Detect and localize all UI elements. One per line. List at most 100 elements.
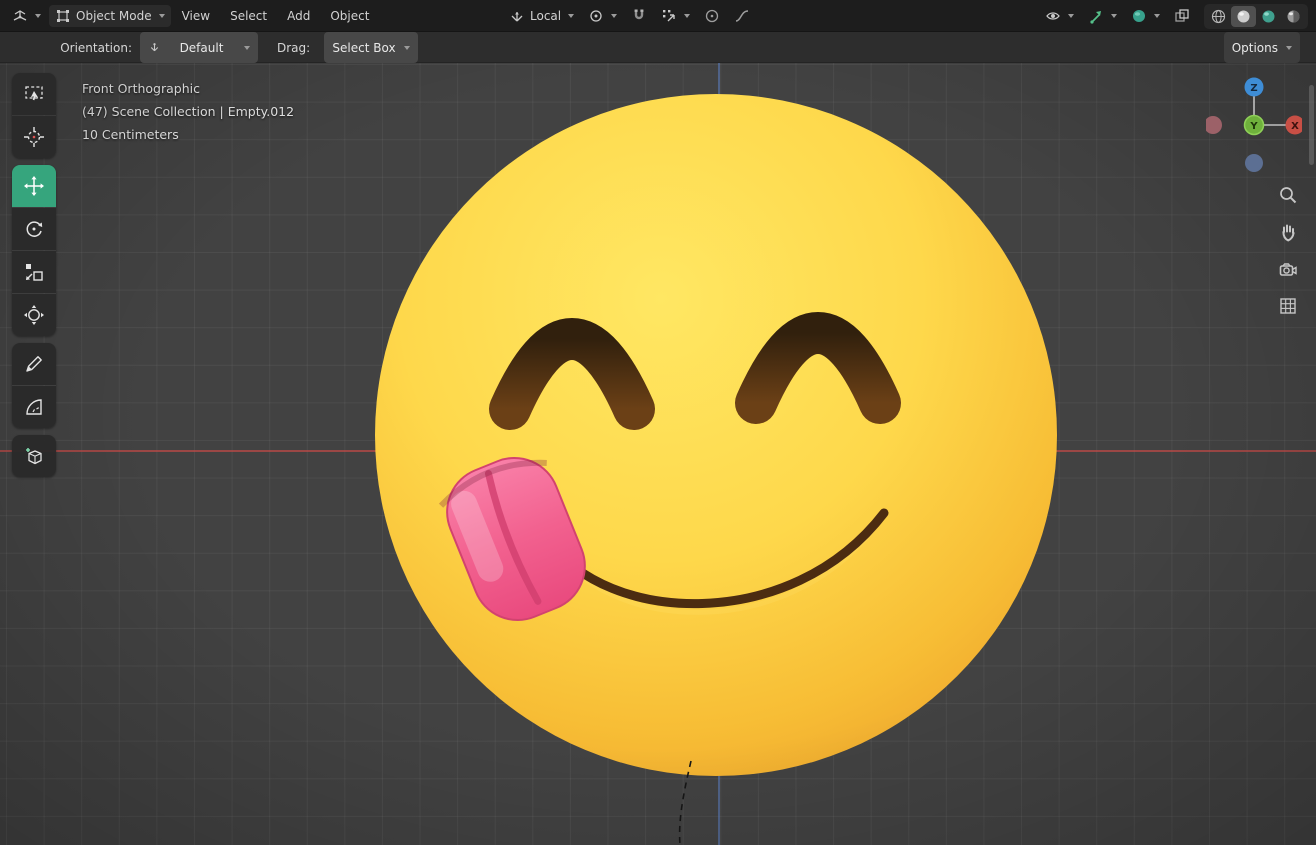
proportional-circle-icon xyxy=(705,9,719,23)
emoji-3d-model[interactable] xyxy=(375,94,1057,776)
shading-rendered-button[interactable] xyxy=(1281,6,1306,27)
solid-sphere-icon xyxy=(1237,10,1250,22)
proportional-falloff-dropdown[interactable] xyxy=(728,5,756,27)
orientation-axes-icon xyxy=(511,12,523,22)
rotate-icon xyxy=(26,221,43,237)
toggle-projection-button[interactable] xyxy=(1274,292,1301,319)
tool-select-box[interactable] xyxy=(12,73,56,115)
tool-settings-bar: Orientation: Default Drag: Select Box Op… xyxy=(0,32,1316,63)
annotate-pen-icon xyxy=(26,356,42,372)
add-cube-icon xyxy=(26,448,42,465)
tool-rotate[interactable] xyxy=(12,208,56,250)
chevron-down-icon xyxy=(1154,14,1160,18)
chevron-down-icon xyxy=(684,14,691,18)
material-sphere-icon xyxy=(1262,10,1275,22)
toolbar xyxy=(12,73,56,484)
toggle-xray-button[interactable] xyxy=(1168,5,1196,27)
object-visibility-dropdown[interactable] xyxy=(1039,5,1080,27)
topbar: Object Mode View Select Add Object Local xyxy=(0,0,1316,32)
options-dropdown[interactable]: Options xyxy=(1223,32,1300,63)
shading-solid-button[interactable] xyxy=(1231,5,1256,27)
chevron-down-icon xyxy=(1068,14,1074,18)
show-gizmo-toggle[interactable] xyxy=(1082,5,1123,27)
chevron-down-icon xyxy=(1111,14,1117,18)
mode-dropdown[interactable]: Object Mode xyxy=(49,5,171,27)
rendered-sphere-icon xyxy=(1287,10,1300,22)
wireframe-sphere-icon xyxy=(1211,9,1226,23)
editor-type-dropdown[interactable] xyxy=(6,5,47,27)
chevron-down-icon xyxy=(404,45,410,50)
viewport-scrollbar[interactable] xyxy=(1309,85,1314,165)
options-label: Options xyxy=(1231,40,1278,55)
drag-mode-dropdown[interactable]: Select Box xyxy=(324,32,418,63)
drag-dropdown-value: Select Box xyxy=(332,40,396,55)
gizmo-neg-z-ball[interactable] xyxy=(1245,154,1263,172)
transform-icon xyxy=(24,305,44,325)
grid-scale-text: 10 Centimeters xyxy=(82,127,179,142)
shading-material-button[interactable] xyxy=(1256,6,1281,27)
menu-object[interactable]: Object xyxy=(321,5,378,27)
magnifier-icon xyxy=(1279,186,1296,203)
overlays-sphere-icon xyxy=(1133,10,1145,22)
viewport-editor-icon xyxy=(13,10,27,21)
tool-add-cube[interactable] xyxy=(12,435,56,477)
chevron-down-icon xyxy=(1286,45,1292,50)
gizmo-neg-x-ball[interactable] xyxy=(1206,116,1222,134)
object-mode-icon xyxy=(57,10,69,22)
cursor-3d-icon xyxy=(24,127,44,147)
menu-select[interactable]: Select xyxy=(221,5,276,27)
emoji-head xyxy=(375,94,1057,776)
orientation-label: Orientation: xyxy=(60,40,132,55)
falloff-curve-icon xyxy=(735,10,749,22)
menu-view[interactable]: View xyxy=(173,5,219,27)
orientation-axes-icon xyxy=(150,43,159,52)
magnet-icon xyxy=(634,9,644,20)
mode-label: Object Mode xyxy=(76,9,152,23)
drag-label: Drag: xyxy=(277,40,311,55)
measure-icon xyxy=(26,399,42,415)
gizmo-y-label: Y xyxy=(1249,121,1258,132)
tool-transform[interactable] xyxy=(12,294,56,336)
snap-settings-dropdown[interactable] xyxy=(655,5,696,27)
gizmo-z-label: Z xyxy=(1250,83,1257,94)
select-box-icon xyxy=(25,86,43,101)
blender-window: Front Orthographic (47) Scene Collection… xyxy=(0,0,1316,845)
tool-scale[interactable] xyxy=(12,251,56,293)
gizmo-arrow-icon xyxy=(1090,11,1101,24)
shading-wireframe-button[interactable] xyxy=(1206,6,1231,27)
chevron-down-icon xyxy=(611,14,618,18)
pan-view-button[interactable] xyxy=(1274,218,1301,245)
menu-add[interactable]: Add xyxy=(278,5,319,27)
orientation-value: Local xyxy=(530,9,562,23)
xray-icon xyxy=(1175,9,1189,22)
eye-icon xyxy=(1046,12,1060,20)
tool-cursor[interactable] xyxy=(12,116,56,158)
tool-annotate[interactable] xyxy=(12,343,56,385)
proportional-editing-toggle[interactable] xyxy=(698,5,726,27)
pivot-point-dropdown[interactable] xyxy=(582,5,623,27)
shading-mode-group xyxy=(1204,3,1308,29)
chevron-down-icon xyxy=(35,14,41,18)
chevron-down-icon xyxy=(244,45,250,50)
tool-measure[interactable] xyxy=(12,386,56,428)
chevron-down-icon xyxy=(158,14,165,18)
snap-increment-icon xyxy=(663,10,675,22)
scene-canvas xyxy=(375,94,1057,845)
grid-icon xyxy=(1279,297,1296,314)
camera-view-button[interactable] xyxy=(1274,255,1301,282)
gizmo-x-label: X xyxy=(1291,121,1299,132)
tool-move[interactable] xyxy=(12,165,56,207)
scale-icon xyxy=(26,264,43,281)
transform-orientation-dropdown[interactable]: Local xyxy=(503,5,580,27)
show-overlays-toggle[interactable] xyxy=(1125,5,1166,27)
snap-toggle-button[interactable] xyxy=(625,5,653,27)
viewport-info: Front Orthographic (47) Scene Collection… xyxy=(82,77,294,146)
zoom-view-button[interactable] xyxy=(1274,181,1301,208)
move-icon xyxy=(24,176,44,196)
orientation-dropdown-value: Default xyxy=(179,40,224,55)
orientation-dropdown[interactable]: Default xyxy=(140,32,258,63)
navigation-gizmo[interactable]: Z X Y xyxy=(1206,77,1302,173)
hand-icon xyxy=(1281,224,1295,241)
3d-viewport[interactable]: Front Orthographic (47) Scene Collection… xyxy=(0,63,1316,845)
pivot-point-icon xyxy=(590,10,602,22)
